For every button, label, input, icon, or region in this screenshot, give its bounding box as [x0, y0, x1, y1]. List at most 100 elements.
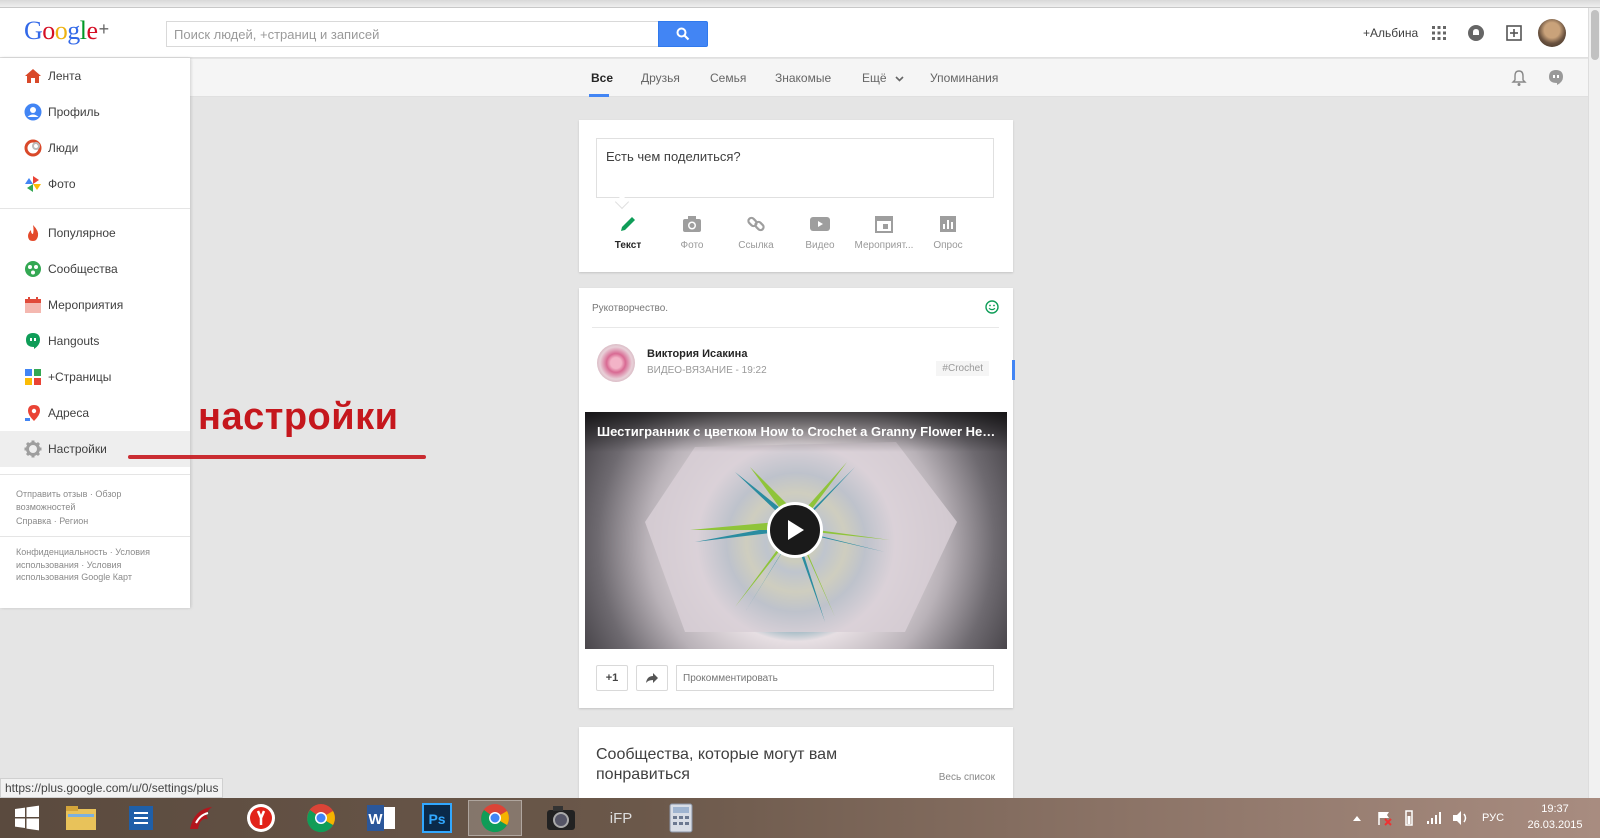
photos-icon [24, 175, 42, 193]
view-all-link[interactable]: Весь список [939, 772, 995, 783]
tab-acquaintances[interactable]: Знакомые [775, 71, 831, 85]
tab-more[interactable]: Ещё [862, 71, 904, 85]
chrome-active-taskbar[interactable] [468, 800, 522, 836]
power-icon[interactable] [1402, 810, 1416, 826]
post-meta[interactable]: ВИДЕО-ВЯЗАНИЕ - 19:22 [647, 365, 767, 376]
word-taskbar[interactable]: W [354, 800, 408, 836]
sidebar-item-label: Hangouts [48, 334, 100, 348]
sidebar-item-communities[interactable]: Сообщества [0, 251, 190, 287]
photoshop-label: Ps [428, 811, 445, 827]
sidebar-item-label: Профиль [48, 105, 100, 119]
footer-links-feedback[interactable]: Отправить отзыв · Обзор возможностей [16, 488, 166, 513]
clock-time: 19:37 [1541, 803, 1569, 815]
notes-icon [129, 806, 153, 830]
notes-app-taskbar[interactable] [114, 800, 168, 836]
events-icon [24, 296, 42, 314]
hashtag-accent-bar [1012, 360, 1015, 380]
apps-grid-icon[interactable] [1429, 23, 1449, 43]
post-topic[interactable]: Рукотворчество. [592, 303, 668, 314]
system-tray: РУС [1352, 798, 1504, 838]
pages-icon [24, 368, 42, 386]
share-option-photo[interactable]: Фото [660, 212, 724, 251]
hangouts-icon [24, 332, 42, 350]
post-author-name[interactable]: Виктория Исакина [647, 348, 747, 360]
tray-expand-icon[interactable] [1352, 814, 1362, 822]
comment-input[interactable] [676, 665, 994, 691]
smiley-icon[interactable] [985, 300, 999, 319]
chrome-taskbar[interactable] [294, 800, 348, 836]
chrome-icon [481, 804, 509, 833]
sidebar-item-label: Сообщества [48, 262, 118, 276]
page-scrollbar[interactable] [1588, 8, 1600, 798]
sidebar-item-people[interactable]: Люди [0, 130, 190, 166]
user-avatar[interactable] [1538, 19, 1566, 47]
sidebar-item-popular[interactable]: Популярное [0, 215, 190, 251]
ifp-app-taskbar[interactable]: iFP [594, 800, 648, 836]
system-clock[interactable]: 19:37 26.03.2015 [1515, 801, 1595, 833]
share-option-poll[interactable]: Опрос [916, 212, 980, 251]
tab-all[interactable]: Все [591, 71, 613, 85]
sidebar-item-pages[interactable]: +Страницы [0, 359, 190, 395]
share-option-label: Текст [614, 240, 642, 251]
hangouts-icon[interactable] [1547, 69, 1565, 87]
reshare-button[interactable] [636, 665, 668, 691]
chevron-down-icon [895, 76, 904, 82]
windows-start-button[interactable] [0, 800, 54, 836]
sidebar-divider [0, 536, 190, 537]
footer-links-privacy[interactable]: Конфиденциальность · Условия использован… [16, 546, 166, 584]
network-flag-icon[interactable] [1376, 810, 1392, 826]
profile-icon [24, 103, 42, 121]
search-input[interactable] [166, 21, 659, 47]
file-explorer-taskbar[interactable] [54, 800, 108, 836]
sidebar-item-hangouts[interactable]: Hangouts [0, 323, 190, 359]
google-plus-logo[interactable]: Google+ [24, 16, 109, 46]
sidebar-item-locations[interactable]: Адреса [0, 395, 190, 431]
plus-one-button[interactable]: +1 [596, 665, 628, 691]
yandex-browser-taskbar[interactable] [234, 800, 288, 836]
share-prompt-input[interactable]: Есть чем поделиться? [596, 138, 994, 198]
share-add-icon[interactable] [1504, 23, 1524, 43]
scrollbar-thumb[interactable] [1591, 10, 1599, 60]
tab-mentions[interactable]: Упоминания [930, 71, 998, 85]
notification-settings-icon[interactable] [1510, 69, 1528, 87]
game-app-taskbar[interactable] [174, 800, 228, 836]
post-card: Рукотворчество. Виктория Исакина ВИДЕО-В… [579, 288, 1015, 708]
footer-links-help[interactable]: Справка · Регион [16, 515, 166, 528]
sidebar-item-events[interactable]: Мероприятия [0, 287, 190, 323]
signal-icon[interactable] [1426, 811, 1442, 825]
communities-icon [24, 260, 42, 278]
share-option-label: Видео [805, 240, 835, 251]
user-name-link[interactable]: +Альбина [1363, 26, 1418, 40]
input-language-indicator[interactable]: РУС [1482, 812, 1504, 824]
video-thumbnail[interactable]: Шестигранник с цветком How to Crochet a … [585, 412, 1007, 649]
volume-icon[interactable] [1452, 810, 1470, 826]
sidebar-item-label: +Страницы [48, 370, 112, 384]
play-button[interactable] [767, 502, 823, 558]
share-option-link[interactable]: Ссылка [724, 212, 788, 251]
sidebar-item-home[interactable]: Лента [0, 58, 190, 94]
sidebar-item-profile[interactable]: Профиль [0, 94, 190, 130]
photoshop-icon: Ps [422, 803, 452, 833]
tab-friends[interactable]: Друзья [641, 71, 680, 85]
annotation-label: настройки [198, 396, 399, 438]
tab-family[interactable]: Семья [710, 71, 746, 85]
author-avatar[interactable] [597, 344, 635, 382]
sidebar-item-settings[interactable]: Настройки [0, 431, 190, 467]
media-app-taskbar[interactable] [534, 800, 588, 836]
post-hashtag[interactable]: #Crochet [936, 361, 989, 376]
share-option-event[interactable]: Мероприят... [852, 212, 916, 251]
photoshop-taskbar[interactable]: Ps [410, 800, 464, 836]
sidebar-item-label: Лента [48, 69, 82, 83]
search-button[interactable] [658, 21, 708, 47]
chrome-icon [307, 804, 335, 833]
share-option-video[interactable]: Видео [788, 212, 852, 251]
sidebar-item-photos[interactable]: Фото [0, 166, 190, 202]
notifications-bell-icon[interactable] [1466, 23, 1486, 43]
poll-icon [940, 216, 956, 232]
link-icon [747, 216, 765, 232]
calculator-taskbar[interactable] [654, 800, 708, 836]
settings-icon [24, 440, 42, 458]
share-option-text[interactable]: Текст [596, 212, 660, 251]
sidebar-item-label: Фото [48, 177, 76, 191]
video-title[interactable]: Шестигранник с цветком How to Crochet a … [597, 424, 997, 439]
